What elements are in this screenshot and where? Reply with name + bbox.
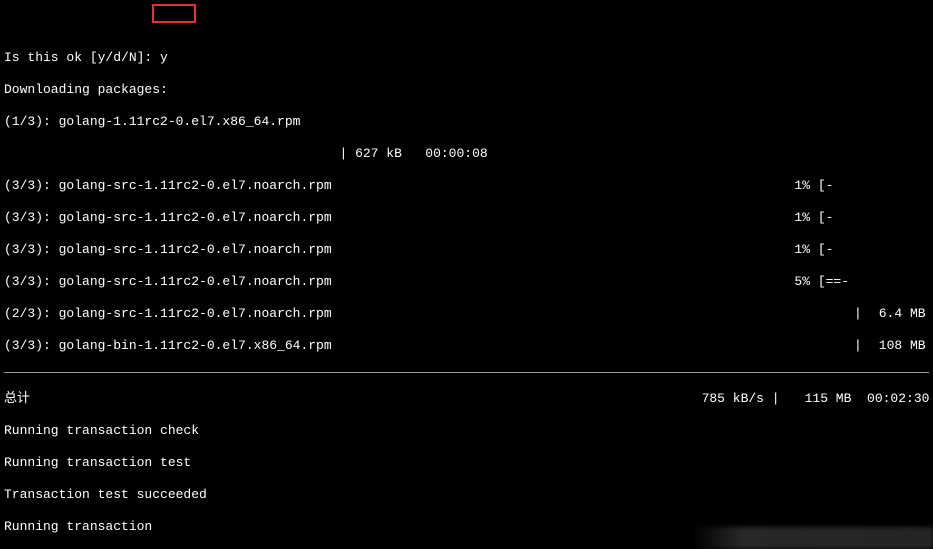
- dl-bar: [-: [818, 210, 834, 226]
- download-done-row: (2/3): golang-src-1.11rc2-0.el7.noarch.r…: [4, 306, 929, 322]
- total-label: 总计: [4, 391, 684, 407]
- confirm-prompt: Is this ok [y/d/N]:: [4, 50, 152, 65]
- dl-bar: [==-: [818, 274, 849, 290]
- dl-pct: 5%: [784, 274, 810, 290]
- download-done-row: (3/3): golang-bin-1.11rc2-0.el7.x86_64.r…: [4, 338, 929, 354]
- dl-label: (3/3): golang-src-1.11rc2-0.el7.noarch.r…: [4, 210, 784, 226]
- highlight-annotation: [152, 4, 196, 23]
- dl-done-size: 6.4 MB: [870, 306, 926, 322]
- transaction-line: Transaction test succeeded: [4, 487, 929, 503]
- total-size: 115 MB: [787, 391, 851, 407]
- dl-done-label: (2/3): golang-src-1.11rc2-0.el7.noarch.r…: [4, 306, 332, 321]
- footer-blur: [693, 527, 933, 549]
- separator: [4, 372, 929, 373]
- transaction-line: Running transaction test: [4, 455, 929, 471]
- download-first-stats-text: | 627 kB 00:00:08: [339, 146, 487, 161]
- transaction-line: Running transaction check: [4, 423, 929, 439]
- dl-label: (3/3): golang-src-1.11rc2-0.el7.noarch.r…: [4, 274, 784, 290]
- dl-label: (3/3): golang-src-1.11rc2-0.el7.noarch.r…: [4, 242, 784, 258]
- total-rate: 785 kB/s: [684, 391, 764, 407]
- download-first-stats: | 627 kB 00:00:08: [4, 146, 929, 162]
- download-progress-row: (3/3): golang-src-1.11rc2-0.el7.noarch.r…: [4, 242, 929, 258]
- dl-pct: 1%: [784, 178, 810, 194]
- dl-label: (3/3): golang-src-1.11rc2-0.el7.noarch.r…: [4, 178, 784, 194]
- dl-pct: 1%: [784, 210, 810, 226]
- download-progress-row: (3/3): golang-src-1.11rc2-0.el7.noarch.r…: [4, 274, 929, 290]
- confirm-answer[interactable]: y: [160, 50, 168, 65]
- total-time: 00:02:30: [867, 391, 929, 407]
- download-progress-row: (3/3): golang-src-1.11rc2-0.el7.noarch.r…: [4, 178, 929, 194]
- terminal-output: Is this ok [y/d/N]: y Downloading packag…: [0, 0, 933, 549]
- dl-bar: [-: [818, 178, 834, 194]
- dl-pct: 1%: [784, 242, 810, 258]
- download-line-first: (1/3): golang-1.11rc2-0.el7.x86_64.rpm: [4, 114, 929, 130]
- dl-done-label: (3/3): golang-bin-1.11rc2-0.el7.x86_64.r…: [4, 338, 332, 353]
- confirm-prompt-line: Is this ok [y/d/N]: y: [4, 50, 929, 66]
- downloading-label: Downloading packages:: [4, 82, 929, 98]
- dl-bar: [-: [818, 242, 834, 258]
- download-progress-row: (3/3): golang-src-1.11rc2-0.el7.noarch.r…: [4, 210, 929, 226]
- total-row: 总计785 kB/s | 115 MB 00:02:30: [4, 391, 929, 407]
- dl-done-size: 108 MB: [870, 338, 926, 354]
